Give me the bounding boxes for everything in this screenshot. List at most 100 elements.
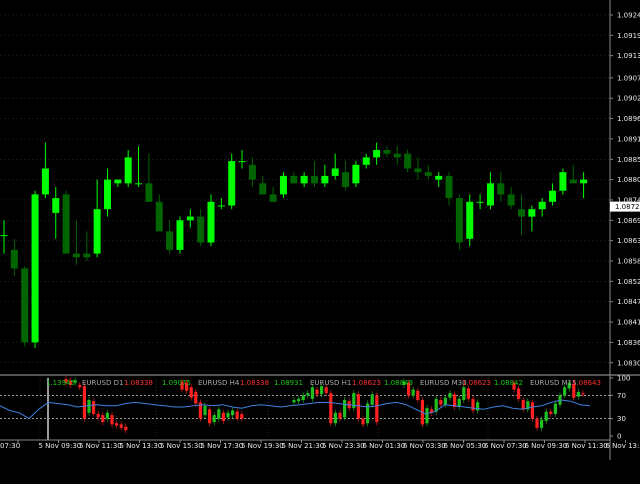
time-label: 6 Nov 07:30 bbox=[484, 442, 527, 450]
price-label: 1.08965 bbox=[617, 115, 640, 123]
tf-bar bbox=[444, 398, 447, 405]
bear-candle-body bbox=[383, 150, 390, 154]
time-label: 5 Nov 09:30 bbox=[39, 442, 82, 450]
tf-value-low: 1.08643 bbox=[572, 379, 601, 387]
tf-value-high: 1.08842 bbox=[494, 379, 523, 387]
tf-bar bbox=[213, 415, 216, 422]
bear-candle-body bbox=[425, 172, 432, 176]
price-label: 1.08470 bbox=[617, 298, 640, 306]
bull-candle-body bbox=[280, 176, 287, 195]
price-label: 1.09075 bbox=[617, 74, 640, 82]
bull-candle-body bbox=[52, 198, 59, 213]
tf-bar bbox=[87, 400, 90, 413]
osc-axis-label: 100 bbox=[617, 375, 630, 383]
tf-bar bbox=[101, 415, 104, 422]
bull-candle-body bbox=[321, 176, 328, 183]
tf-bar bbox=[531, 402, 534, 418]
tf-bar bbox=[222, 413, 225, 421]
bull-candle-body bbox=[176, 220, 183, 250]
tf-bar bbox=[236, 412, 239, 419]
bear-candle-body bbox=[145, 183, 152, 202]
tf-value-high: 1.09075 bbox=[162, 379, 191, 387]
tf-bar bbox=[226, 413, 229, 418]
tf-bar bbox=[416, 391, 419, 400]
time-label: 6 Nov 13:30 bbox=[606, 442, 640, 450]
time-label: 5 Nov 19:30 bbox=[241, 442, 284, 450]
tf-bar bbox=[92, 401, 95, 414]
tf-bar bbox=[361, 419, 364, 425]
tf-bar bbox=[517, 388, 520, 398]
tf-bar bbox=[306, 393, 309, 395]
bear-candle-body bbox=[73, 254, 80, 258]
tf-value-high: 1.08931 bbox=[274, 379, 303, 387]
tf-bar bbox=[448, 393, 451, 398]
time-label: 5 Nov 17:30 bbox=[201, 442, 244, 450]
tf-bar bbox=[320, 386, 323, 394]
tf-bar bbox=[240, 414, 243, 419]
price-label: 1.09135 bbox=[617, 52, 640, 60]
tf-bar bbox=[522, 400, 525, 409]
bull-candle-body bbox=[125, 157, 132, 183]
tf-bar bbox=[302, 395, 305, 400]
time-label: 6 Nov 01:30 bbox=[363, 442, 406, 450]
bull-candle-body bbox=[228, 161, 235, 205]
tf-bar bbox=[78, 385, 81, 387]
tf-name: EURUSD M15 bbox=[530, 379, 577, 387]
bear-candle-body bbox=[342, 172, 349, 187]
price-label: 1.08635 bbox=[617, 237, 640, 245]
bear-candle-body bbox=[456, 198, 463, 242]
tf-bar bbox=[190, 387, 193, 397]
tf-bar bbox=[412, 390, 415, 396]
time-label: 07:30 bbox=[0, 442, 20, 450]
bull-candle-body bbox=[539, 202, 546, 209]
price-chart[interactable]: 1.092451.091901.091351.090751.090201.089… bbox=[0, 0, 640, 480]
bull-candle-body bbox=[363, 157, 370, 164]
tf-bar bbox=[476, 402, 479, 410]
tf-bar bbox=[97, 414, 100, 417]
price-label: 1.08910 bbox=[617, 135, 640, 143]
time-label: 5 Nov 21:30 bbox=[282, 442, 325, 450]
current-price-marker: 1.08727 bbox=[610, 202, 640, 212]
bull-candle-body bbox=[187, 217, 194, 221]
time-label: 5 Nov 13:30 bbox=[120, 442, 163, 450]
tf-bar bbox=[334, 413, 337, 423]
price-label: 1.09190 bbox=[617, 32, 640, 40]
tf-bar bbox=[549, 412, 552, 414]
time-axis[interactable]: 07:30 5 Nov 09:305 Nov 11:305 Nov 13:30 5 … bbox=[0, 440, 640, 450]
tf-bar bbox=[439, 400, 442, 405]
price-label: 1.08360 bbox=[617, 339, 640, 347]
osc-axis-label: 0 bbox=[617, 433, 621, 441]
tf-bar bbox=[311, 387, 314, 399]
tf-bar bbox=[462, 387, 465, 400]
bull-candle-body bbox=[477, 202, 484, 203]
price-label: 1.08690 bbox=[617, 217, 640, 225]
tf-bar bbox=[106, 413, 109, 419]
tf-bar bbox=[203, 406, 206, 415]
price-label: 1.08415 bbox=[617, 319, 640, 327]
tf-bar bbox=[231, 410, 234, 415]
bear-candle-body bbox=[497, 183, 504, 194]
tf-value-low: 1.08623 bbox=[462, 379, 491, 387]
tf-bar bbox=[217, 409, 220, 418]
tf-name: EURUSD M30 bbox=[420, 379, 467, 387]
tf-name: EURUSD H4 bbox=[198, 379, 240, 387]
tf-bar bbox=[315, 390, 318, 395]
bear-candle-body bbox=[156, 202, 163, 232]
price-label: 1.09245 bbox=[617, 11, 640, 19]
time-label: 6 Nov 11:30 bbox=[565, 442, 608, 450]
bull-candle-body bbox=[32, 194, 39, 342]
osc-axis-label: 70 bbox=[617, 392, 626, 400]
bull-candle-body bbox=[104, 180, 111, 210]
tf-value-low: 1.08338 bbox=[124, 379, 153, 387]
bull-candle-body bbox=[528, 209, 535, 216]
tf-bar bbox=[329, 393, 332, 423]
bull-candle-body bbox=[301, 176, 308, 183]
tf-bar bbox=[554, 404, 557, 414]
bear-candle-body bbox=[508, 194, 515, 205]
tf-bar bbox=[124, 427, 127, 430]
price-label: 1.08580 bbox=[617, 258, 640, 266]
time-label: 5 Nov 11:30 bbox=[79, 442, 122, 450]
tf-value-low: 1.08338 bbox=[240, 379, 269, 387]
trading-terminal: 1.092451.091901.091351.090751.090201.089… bbox=[0, 0, 640, 480]
time-label: 5 Nov 23:30 bbox=[322, 442, 365, 450]
